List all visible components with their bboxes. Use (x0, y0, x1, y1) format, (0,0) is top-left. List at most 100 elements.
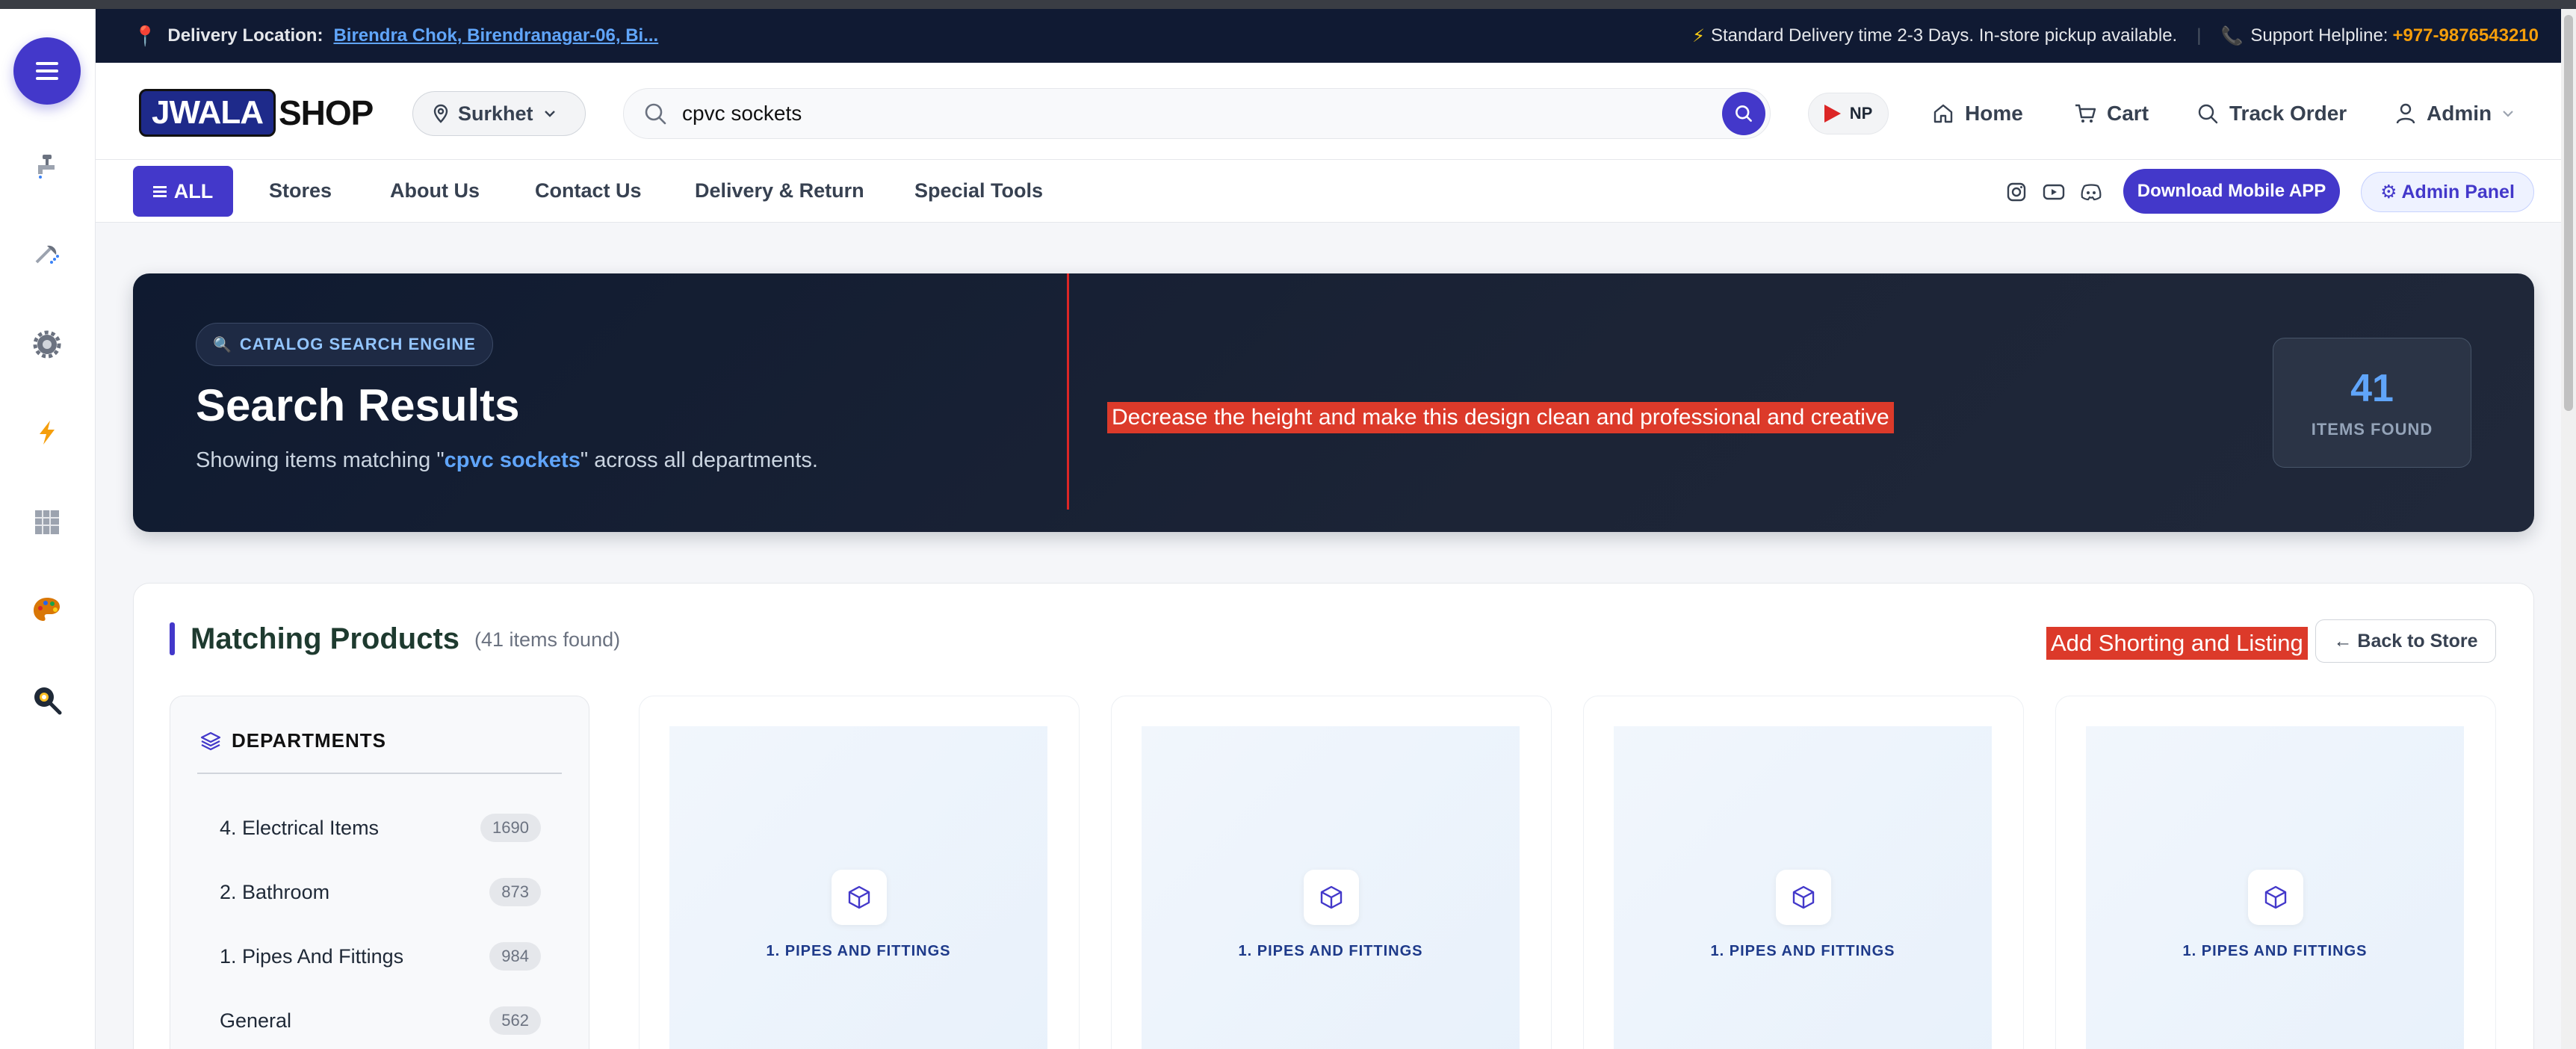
department-item[interactable]: 4. Electrical Items 1690 (220, 810, 541, 846)
top-info-bar: 📍 Delivery Location: Birendra Chok, Bire… (96, 9, 2576, 63)
delivery-location-link[interactable]: Birendra Chok, Birendranagar-06, Bi... (333, 25, 658, 46)
department-name: 4. Electrical Items (220, 816, 380, 839)
search-query-highlight: cpvc sockets (444, 448, 580, 472)
product-card[interactable]: 1. PIPES AND FITTINGS (1111, 696, 1552, 1049)
product-image-placeholder: 1. PIPES AND FITTINGS (2086, 726, 2464, 1049)
subnav-about-us[interactable]: About Us (390, 179, 480, 202)
language-switcher[interactable]: NP (1808, 93, 1889, 134)
departments-heading-label: DEPARTMENTS (232, 729, 386, 752)
window-top-strip (0, 0, 2576, 9)
nav-cart-label: Cart (2107, 102, 2149, 125)
product-card[interactable]: 1. PIPES AND FITTINGS (2055, 696, 2496, 1049)
hero-divider (1067, 273, 1069, 510)
back-to-store-button[interactable]: ← Back to Store (2315, 619, 2496, 663)
department-name: General (220, 1009, 292, 1032)
paint-palette-icon[interactable] (25, 589, 69, 632)
product-image-placeholder: 1. PIPES AND FITTINGS (669, 726, 1047, 1049)
product-card[interactable]: 1. PIPES AND FITTINGS (639, 696, 1080, 1049)
department-count: 984 (489, 942, 541, 971)
location-select[interactable]: Surkhet (412, 91, 586, 136)
catalog-badge: 🔍 CATALOG SEARCH ENGINE (196, 323, 493, 366)
nav-track-order[interactable]: Track Order (2196, 93, 2347, 134)
discord-icon[interactable] (2080, 181, 2102, 203)
faucet-icon[interactable] (25, 143, 69, 187)
support-number[interactable]: +977-9876543210 (2392, 25, 2539, 46)
subnav-stores[interactable]: Stores (269, 179, 332, 202)
subnav-delivery-return[interactable]: Delivery & Return (695, 179, 864, 202)
sub-navigation: ALL Stores About Us Contact Us Delivery … (96, 160, 2576, 223)
subnav-special-tools[interactable]: Special Tools (914, 179, 1043, 202)
department-count: 562 (489, 1006, 541, 1035)
left-dock (0, 9, 96, 1049)
location-pin-icon: 📍 (133, 24, 158, 47)
logo[interactable]: JWALA SHOP (139, 87, 374, 139)
box-icon (832, 870, 887, 925)
product-category: 1. PIPES AND FITTINGS (766, 943, 951, 959)
frying-pan-icon[interactable] (25, 678, 69, 722)
product-card[interactable]: 1. PIPES AND FITTINGS (1583, 696, 2024, 1049)
cart-icon (2075, 104, 2096, 123)
scrollbar-thumb[interactable] (2564, 15, 2573, 411)
gear-icon[interactable] (25, 323, 69, 366)
page-title: Search Results (196, 380, 520, 430)
menu-toggle-button[interactable] (13, 37, 81, 105)
download-app-button[interactable]: Download Mobile APP (2123, 169, 2340, 214)
divider: | (2196, 25, 2202, 46)
subnav-contact-us[interactable]: Contact Us (535, 179, 642, 202)
divider (197, 773, 562, 774)
results-count: (41 items found) (474, 628, 621, 651)
product-image-placeholder: 1. PIPES AND FITTINGS (1614, 726, 1992, 1049)
hamburger-icon (152, 185, 167, 197)
support-label: Support Helpline: (2250, 25, 2388, 46)
product-category: 1. PIPES AND FITTINGS (1238, 943, 1423, 959)
department-item[interactable]: General 562 (220, 1003, 541, 1039)
box-icon (2248, 870, 2303, 925)
sorting-annotation: Add Shorting and Listing (2046, 627, 2308, 660)
shower-icon[interactable] (25, 233, 69, 276)
department-item[interactable]: 2. Bathroom 873 (220, 874, 541, 910)
items-found-card: 41 ITEMS FOUND (2273, 338, 2471, 468)
admin-panel-button[interactable]: ⚙ Admin Panel (2361, 172, 2534, 212)
user-icon (2396, 103, 2415, 124)
department-item[interactable]: 1. Pipes And Fittings 984 (220, 938, 541, 974)
search-input[interactable] (682, 102, 1722, 126)
hamburger-icon (36, 62, 58, 80)
nav-admin-label: Admin (2427, 102, 2492, 125)
section-title: Matching Products (191, 622, 460, 655)
all-categories-label: ALL (173, 179, 214, 202)
search-icon (2198, 104, 2218, 124)
delivery-location-label: Delivery Location: (167, 25, 323, 46)
magnifier-icon: 🔍 (213, 336, 232, 353)
department-name: 1. Pipes And Fittings (220, 944, 404, 968)
grid-tile-icon[interactable] (25, 501, 69, 544)
nav-admin[interactable]: Admin (2395, 93, 2514, 134)
header: JWALA SHOP Surkhet NP Home Cart (96, 63, 2576, 160)
nav-home[interactable]: Home (1932, 93, 2023, 134)
product-category: 1. PIPES AND FITTINGS (2182, 943, 2368, 959)
lightning-icon[interactable] (25, 411, 69, 454)
chevron-down-icon (545, 111, 555, 117)
search-icon (645, 103, 666, 125)
catalog-badge-label: CATALOG SEARCH ENGINE (239, 335, 476, 353)
page-scrollbar[interactable] (2561, 9, 2576, 1049)
chevron-down-icon (2503, 111, 2513, 117)
all-categories-button[interactable]: ALL (133, 166, 233, 217)
departments-heading: DEPARTMENTS (200, 729, 386, 752)
nav-cart[interactable]: Cart (2074, 93, 2149, 134)
search-bar (623, 88, 1771, 139)
logo-part-jwala: JWALA (139, 89, 276, 137)
home-icon (1933, 104, 1953, 123)
nepal-flag-icon (1824, 105, 1841, 123)
design-annotation: Decrease the height and make this design… (1107, 402, 1894, 433)
lightning-icon: ⚡ (1692, 25, 1705, 46)
department-name: 2. Bathroom (220, 880, 330, 903)
phone-icon: 📞 (2220, 25, 2244, 46)
department-count: 1690 (480, 814, 541, 842)
products-panel: Matching Products (41 items found) Add S… (133, 583, 2534, 1049)
search-button[interactable] (1722, 92, 1765, 135)
instagram-icon[interactable] (2005, 181, 2028, 203)
youtube-icon[interactable] (2043, 181, 2065, 203)
logo-part-shop: SHOP (279, 93, 374, 132)
items-found-count: 41 (2350, 367, 2394, 410)
location-select-value: Surkhet (458, 102, 533, 125)
